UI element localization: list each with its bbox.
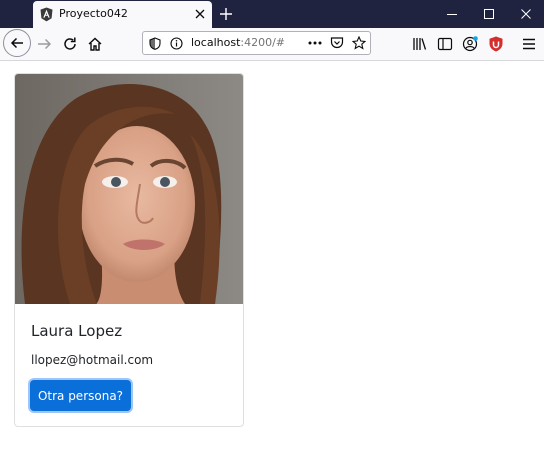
page-content: Laura Lopez llopez@hotmail.com Otra pers… [0,61,544,468]
portrait-photo [15,74,243,304]
url-bar[interactable]: localhost:4200/# [142,31,371,55]
more-actions-icon[interactable] [308,41,322,45]
forward-arrow-icon[interactable] [35,35,53,53]
shield-icon[interactable] [149,37,161,50]
home-icon[interactable] [86,35,104,53]
close-window-icon[interactable] [518,6,534,22]
title-bar: Proyecto042 [0,0,544,28]
info-icon[interactable] [170,37,183,50]
url-text[interactable]: localhost:4200/# [191,36,285,49]
ublock-origin-icon[interactable] [487,35,505,53]
sidebar-icon[interactable] [436,35,454,53]
pocket-icon[interactable] [330,36,344,50]
person-card: Laura Lopez llopez@hotmail.com Otra pers… [14,73,244,427]
maximize-icon[interactable] [481,6,497,22]
nav-toolbar: localhost:4200/# [0,28,544,61]
back-arrow-icon [10,37,23,49]
close-tab-icon[interactable] [192,6,208,22]
bookmark-star-icon[interactable] [352,36,366,50]
browser-tab[interactable]: Proyecto042 [33,1,212,28]
library-icon[interactable] [411,35,429,53]
next-person-button[interactable]: Otra persona? [30,380,131,411]
minimize-icon[interactable] [444,6,460,22]
person-email: llopez@hotmail.com [31,353,154,367]
back-button[interactable] [3,29,31,57]
angular-icon [40,7,53,22]
reload-icon[interactable] [61,35,79,53]
new-tab-icon[interactable] [218,6,234,22]
menu-icon[interactable] [520,35,538,53]
person-name: Laura Lopez [31,322,123,340]
tab-title: Proyecto042 [59,7,128,20]
account-icon[interactable] [461,35,479,53]
